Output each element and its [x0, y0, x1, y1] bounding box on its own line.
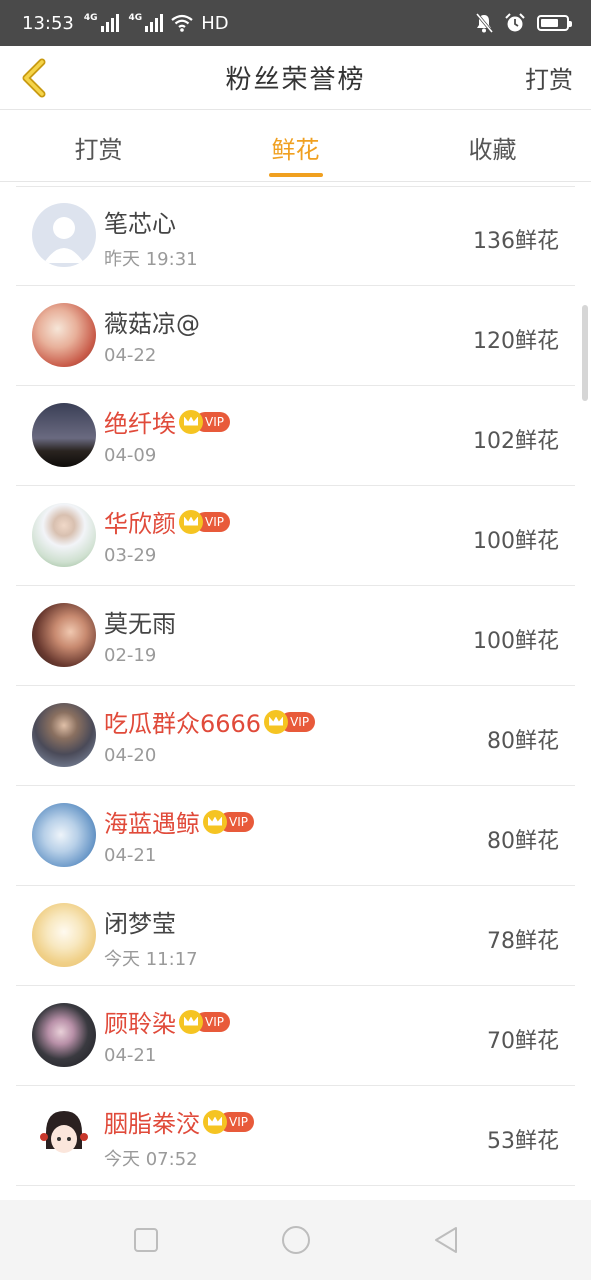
fan-name-row: 胭脂桊洨 VIP	[104, 1104, 254, 1139]
fan-name-row: 闭梦莹	[104, 904, 176, 939]
fan-name: 胭脂桊洨	[104, 1110, 200, 1138]
list-item[interactable]: 华欣颜 VIP 03-29 100鲜花	[16, 486, 575, 586]
status-bar: 13:53 4G 4G HD	[0, 0, 591, 46]
fan-date: 04-20	[104, 745, 157, 766]
mute-icon	[475, 13, 493, 33]
fan-date: 昨天 19:31	[104, 249, 198, 270]
avatar	[32, 403, 96, 467]
fan-name: 华欣颜	[104, 510, 176, 538]
flower-count: 80鲜花	[487, 829, 559, 854]
fan-name-row: 薇菇凉@	[104, 304, 200, 339]
avatar	[32, 803, 96, 867]
home-button[interactable]	[271, 1215, 321, 1265]
list-item[interactable]: 闭梦莹 今天 11:17 78鲜花	[16, 886, 575, 986]
chevron-left-icon	[22, 58, 46, 98]
fan-name: 海蓝遇鲸	[104, 810, 200, 838]
fan-date: 02-19	[104, 645, 157, 666]
back-icon	[434, 1227, 457, 1253]
fan-name-row: 顾聆染 VIP	[104, 1004, 230, 1039]
app-header: 粉丝荣誉榜 打赏	[0, 46, 591, 110]
avatar	[32, 1103, 96, 1167]
flower-count: 100鲜花	[473, 629, 559, 654]
hd-label: HD	[201, 12, 229, 34]
list-item[interactable]: 绝纤埃 VIP 04-09 102鲜花	[16, 386, 575, 486]
fan-date: 04-22	[104, 345, 157, 366]
fan-name-row: 绝纤埃 VIP	[104, 404, 230, 439]
avatar	[32, 703, 96, 767]
flower-count: 102鲜花	[473, 429, 559, 454]
crown-icon	[179, 1009, 203, 1034]
fan-date: 04-21	[104, 1045, 157, 1066]
avatar	[32, 503, 96, 567]
alarm-icon	[505, 13, 525, 32]
tab-reward[interactable]: 打赏	[0, 110, 197, 181]
list-item[interactable]: 笔芯心 昨天 19:31 136鲜花	[16, 186, 575, 286]
avatar	[32, 603, 96, 667]
avatar	[32, 203, 96, 267]
fan-name-row: 笔芯心	[104, 204, 176, 239]
battery-icon	[537, 15, 572, 31]
tab-bar: 打赏 鲜花 收藏	[0, 110, 591, 182]
flower-count: 53鲜花	[487, 1129, 559, 1154]
fan-date: 今天 11:17	[104, 949, 198, 970]
tab-favorites[interactable]: 收藏	[394, 110, 591, 181]
fan-date: 04-09	[104, 445, 157, 466]
fan-name-row: 海蓝遇鲸 VIP	[104, 804, 254, 839]
crown-icon	[264, 709, 289, 734]
signal-icon-2: 4G	[129, 14, 164, 32]
reward-button[interactable]: 打赏	[525, 60, 573, 95]
list-item[interactable]: 胭脂桊洨 VIP 今天 07:52 53鲜花	[16, 1086, 575, 1186]
fan-name: 绝纤埃	[104, 410, 176, 438]
fan-name-row: 莫无雨	[104, 604, 176, 639]
fan-name-row: 华欣颜 VIP	[104, 504, 230, 539]
fan-name: 吃瓜群众6666	[104, 710, 262, 738]
status-time: 13:53	[22, 12, 74, 34]
tab-flowers[interactable]: 鲜花	[197, 110, 394, 181]
fan-name: 顾聆染	[104, 1010, 176, 1038]
list-item[interactable]: 薇菇凉@ 04-22 120鲜花	[16, 286, 575, 386]
wifi-icon	[171, 14, 193, 32]
flower-count: 78鲜花	[487, 929, 559, 954]
fan-list[interactable]: 笔芯心 昨天 19:31 136鲜花 薇菇凉@ 04-22 120鲜花 绝纤埃 V…	[0, 186, 591, 1200]
fan-date: 今天 07:52	[104, 1149, 198, 1170]
list-item[interactable]: 海蓝遇鲸 VIP 04-21 80鲜花	[16, 786, 575, 886]
recent-apps-button[interactable]	[121, 1215, 171, 1265]
flower-count: 70鲜花	[487, 1029, 559, 1054]
system-back-button[interactable]	[421, 1215, 471, 1265]
fan-name: 笔芯心	[104, 210, 176, 238]
fan-name: 莫无雨	[104, 610, 176, 638]
page-title: 粉丝荣誉榜	[225, 65, 366, 95]
flower-count: 136鲜花	[473, 229, 559, 254]
crown-icon	[179, 409, 203, 434]
flower-count: 120鲜花	[473, 329, 559, 354]
fan-date: 03-29	[104, 545, 157, 566]
flower-count: 100鲜花	[473, 529, 559, 554]
back-button[interactable]	[12, 54, 56, 102]
list-item[interactable]: 莫无雨 02-19 100鲜花	[16, 586, 575, 686]
fan-name: 闭梦莹	[104, 910, 176, 938]
avatar	[32, 903, 96, 967]
crown-icon	[203, 1109, 227, 1134]
avatar	[32, 303, 96, 367]
fan-name: 薇菇凉@	[104, 310, 200, 338]
crown-icon	[203, 809, 227, 834]
system-nav-bar	[0, 1200, 591, 1280]
scrollbar[interactable]	[582, 305, 588, 401]
home-icon	[281, 1226, 310, 1254]
avatar	[32, 1003, 96, 1067]
signal-icon: 4G	[84, 14, 119, 32]
recent-apps-icon	[133, 1228, 158, 1252]
list-item[interactable]: 顾聆染 VIP 04-21 70鲜花	[16, 986, 575, 1086]
crown-icon	[179, 509, 203, 534]
flower-count: 80鲜花	[487, 729, 559, 754]
list-item[interactable]: 吃瓜群众6666 VIP 04-20 80鲜花	[16, 686, 575, 786]
fan-date: 04-21	[104, 845, 157, 866]
fan-name-row: 吃瓜群众6666 VIP	[104, 704, 316, 739]
